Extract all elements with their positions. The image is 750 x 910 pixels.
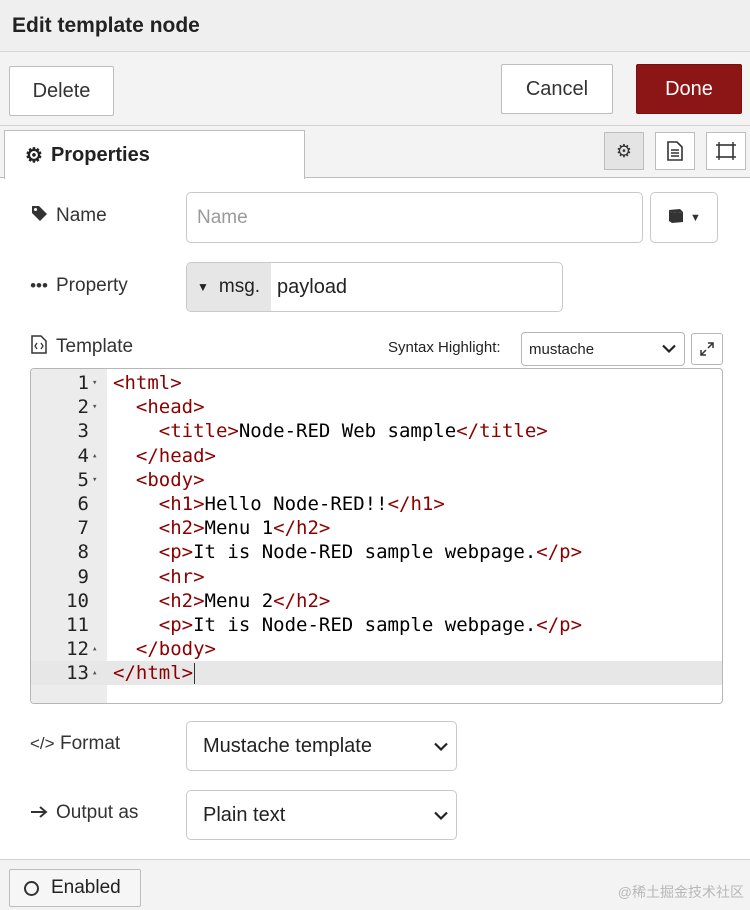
fold-toggle-icon[interactable]: ▾ [92,395,97,419]
template-code-editor[interactable]: 1 ▾ <html> 2 ▾ <head> 3 <title>Node-RED Web s… [30,368,723,704]
line-number: 3 [77,420,89,443]
fold-toggle-icon[interactable]: ▴ [92,637,97,661]
code-line[interactable]: 8 <p>It is Node-RED sample webpage.</p> [31,540,722,564]
code-text: </head> [135,444,216,467]
output-as-select[interactable]: Plain text [186,790,457,840]
line-number: 7 [77,517,89,540]
code-line[interactable]: 6 <h1>Hello Node-RED!!</h1> [31,492,722,516]
line-number: 12 [66,638,89,661]
code-text: </html> [113,662,196,685]
description-tab-button[interactable] [655,132,695,170]
code-text: <head> [135,396,205,419]
output-label: Output as [30,802,138,824]
dialog-title: Edit template node [12,14,200,37]
code-text: <body> [135,468,205,491]
line-number: 1 [77,372,89,394]
line-number: 13 [66,662,89,685]
name-label: Name [30,205,107,227]
fold-toggle-icon[interactable]: ▾ [92,371,97,395]
tab-bar: ⚙ Properties ⚙ [0,126,750,179]
code-line[interactable]: 10 <h2>Menu 2</h2> [31,589,722,613]
arrow-right-icon [30,803,48,823]
code-line[interactable]: 5 ▾ <body> [31,468,722,492]
cancel-button[interactable]: Cancel [501,64,613,114]
property-typed-input[interactable]: ▼ msg. payload [186,262,563,312]
code-line[interactable]: 12 ▴ </body> [31,637,722,661]
enabled-toggle[interactable]: Enabled [9,869,141,907]
code-text: </body> [135,638,216,661]
line-number: 10 [66,589,89,612]
syntax-highlight-select[interactable]: mustache [521,332,685,366]
document-icon [667,141,683,161]
code-text: <hr> [158,565,205,588]
frame-icon [716,142,736,160]
book-icon [667,208,685,228]
line-number: 6 [77,493,89,515]
tab-properties[interactable]: ⚙ Properties [4,130,305,179]
line-number: 9 [77,565,89,588]
code-line[interactable]: 1 ▾ <html> [31,371,722,395]
settings-tab-button[interactable]: ⚙ [604,132,644,170]
tab-properties-label: Properties [50,143,150,166]
name-input[interactable] [186,192,643,243]
chevron-down-icon [434,735,448,758]
code-text: <p>It is Node-RED sample webpage.</p> [158,541,583,564]
line-number: 8 [77,541,89,564]
fold-toggle-icon[interactable]: ▴ [92,661,97,685]
code-text: <h2>Menu 1</h2> [158,517,331,540]
tag-icon [30,205,48,227]
chevron-down-icon: ▼ [690,211,701,224]
caret-down-icon: ▼ [197,280,209,294]
node-library-button[interactable]: ▼ [650,192,718,243]
code-line[interactable]: 11 <p>It is Node-RED sample webpage.</p> [31,613,722,637]
done-button[interactable]: Done [636,64,742,114]
code-line[interactable]: 4 ▴ </head> [31,444,722,468]
syntax-highlight-label: Syntax Highlight: [388,339,501,356]
property-value[interactable]: payload [271,263,347,311]
format-select[interactable]: Mustache template [186,721,457,771]
line-number: 11 [66,614,89,636]
appearance-tab-button[interactable] [706,132,746,170]
chevron-down-icon [662,341,676,358]
code-file-icon [30,335,48,359]
circle-icon [24,880,39,896]
watermark: @稀土掘金技术社区 [617,884,744,900]
code-text: <title>Node-RED Web sample</title> [158,420,548,443]
fold-toggle-icon[interactable]: ▾ [92,468,97,492]
expand-editor-button[interactable] [691,333,723,365]
line-number: 2 [77,396,89,419]
format-label: </> Format [30,733,121,754]
fold-toggle-icon[interactable]: ▴ [92,444,97,468]
property-label: ••• Property [30,275,128,296]
property-type-select[interactable]: ▼ msg. [187,263,271,311]
template-label: Template [30,335,133,359]
code-text: <p>It is Node-RED sample webpage.</p> [158,614,583,636]
code-icon: </> [30,734,55,753]
dialog-toolbar: Delete Cancel Done [0,52,750,126]
line-number: 5 [77,468,89,491]
line-number: 4 [77,444,89,467]
code-line[interactable]: 13 ▴ </html> [31,661,722,686]
dialog-titlebar: Edit template node [0,0,750,52]
code-line[interactable]: 9 <hr> [31,565,722,589]
code-line[interactable]: 7 <h2>Menu 1</h2> [31,516,722,540]
gear-icon: ⚙ [615,140,633,161]
code-line[interactable]: 2 ▾ <head> [31,395,722,419]
code-text: <html> [113,372,182,394]
ellipsis-icon: ••• [30,276,48,295]
delete-button[interactable]: Delete [9,66,114,116]
chevron-down-icon [434,804,448,827]
code-text: <h1>Hello Node-RED!!</h1> [158,493,445,515]
gear-icon: ⚙ [25,144,43,167]
code-text: <h2>Menu 2</h2> [158,589,331,612]
code-line[interactable]: 3 <title>Node-RED Web sample</title> [31,419,722,443]
expand-icon [700,342,714,356]
dialog-footer: Enabled @稀土掘金技术社区 [0,859,750,910]
